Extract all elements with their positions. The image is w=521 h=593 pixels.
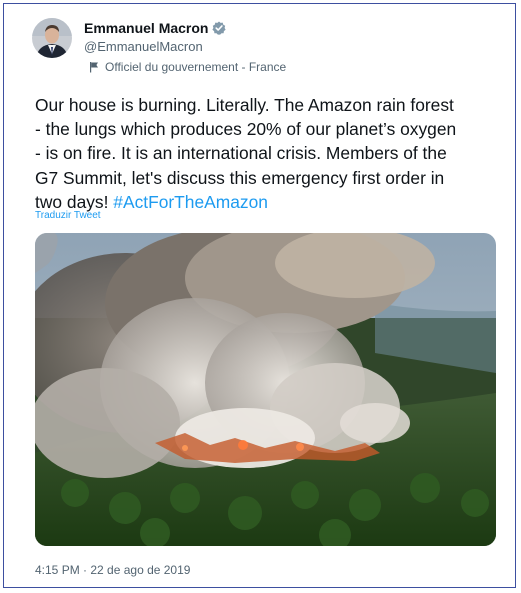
verified-badge-icon xyxy=(212,21,227,35)
author-name[interactable]: Emmanuel Macron xyxy=(84,20,208,36)
tweet-card: Emmanuel Macron @EmmanuelMacron Officiel… xyxy=(3,3,516,588)
translate-tweet-link[interactable]: Traduzir Tweet xyxy=(35,210,101,221)
avatar[interactable] xyxy=(32,18,72,58)
author-name-row: Emmanuel Macron xyxy=(84,20,227,36)
flag-icon xyxy=(89,61,99,73)
tweet-text: Our house is burning. Literally. The Ama… xyxy=(35,93,505,214)
amazon-fire-photo xyxy=(35,233,496,546)
avatar-photo xyxy=(32,18,72,58)
government-label-text: Officiel du gouvernement - France xyxy=(105,60,287,74)
tweet-media-image[interactable] xyxy=(35,233,496,546)
author-handle[interactable]: @EmmanuelMacron xyxy=(84,39,203,54)
government-label: Officiel du gouvernement - France xyxy=(89,60,286,74)
tweet-timestamp[interactable]: 4:15 PM · 22 de ago de 2019 xyxy=(35,563,190,577)
hashtag-link[interactable]: #ActForTheAmazon xyxy=(113,192,268,212)
